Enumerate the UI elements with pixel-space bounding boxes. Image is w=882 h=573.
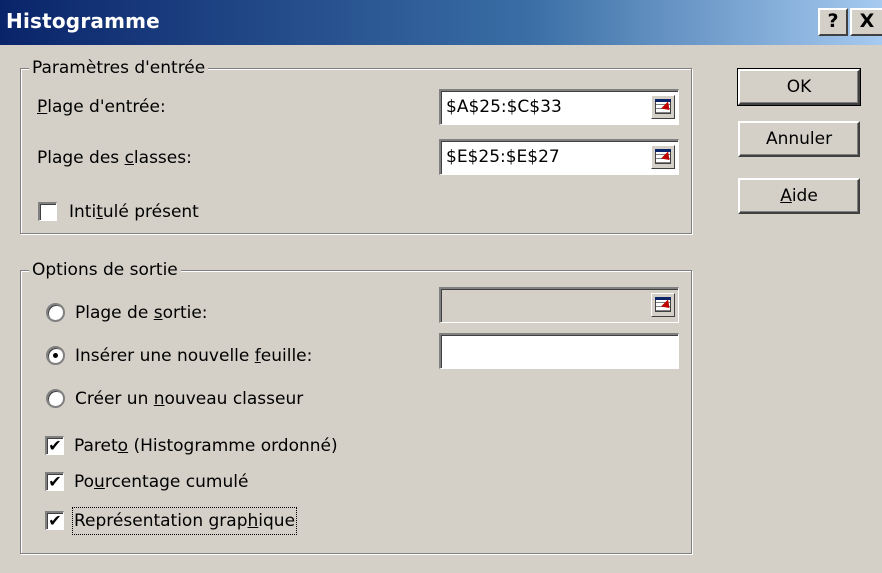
collapse-dialog-icon[interactable] [651, 293, 675, 317]
input-params-legend: Paramètres d'entrée [29, 56, 209, 80]
input-range-label: Plage d'entrée: [37, 97, 166, 117]
pareto-checkbox[interactable]: ✔ [45, 436, 64, 455]
input-params-group: Paramètres d'entrée Plage d'entrée: $A$2… [20, 56, 692, 234]
labels-checkbox[interactable] [38, 202, 57, 221]
labels-checkbox-label[interactable]: Intitulé présent [69, 200, 199, 224]
title-bar[interactable]: Histogramme ? X [0, 0, 882, 45]
radio-selected-dot [53, 353, 58, 358]
input-range-value: $A$25:$C$33 [446, 97, 562, 117]
collapse-dialog-icon[interactable] [651, 95, 675, 119]
ok-button[interactable]: OK [737, 68, 861, 106]
chart-output-label[interactable]: Représentation graphique [71, 507, 298, 535]
cumulative-percentage-checkbox[interactable]: ✔ [45, 472, 64, 491]
bin-range-field[interactable]: $E$25:$E$27 [439, 139, 679, 175]
new-sheet-label[interactable]: Insérer une nouvelle feuille: [75, 344, 312, 368]
output-range-field[interactable] [439, 287, 679, 323]
window-title: Histogramme [6, 9, 160, 33]
pareto-label[interactable]: Pareto (Histogramme ordonné) [74, 434, 338, 458]
collapse-dialog-icon[interactable] [651, 145, 675, 169]
new-sheet-name-field[interactable] [439, 333, 679, 369]
new-workbook-radio[interactable] [46, 389, 65, 408]
bin-range-label: Plage des classes: [37, 148, 192, 168]
histogram-dialog: Histogramme ? X Paramètres d'entrée Plag… [0, 0, 882, 573]
output-range-label[interactable]: Plage de sortie: [75, 301, 208, 325]
cancel-button[interactable]: Annuler [738, 121, 860, 157]
output-range-radio[interactable] [46, 303, 65, 322]
close-icon[interactable]: X [850, 8, 882, 36]
new-sheet-radio[interactable] [46, 346, 65, 365]
help-button[interactable]: Aide [738, 178, 860, 214]
help-icon[interactable]: ? [818, 8, 848, 36]
chart-output-checkbox[interactable]: ✔ [45, 511, 64, 530]
new-workbook-label[interactable]: Créer un nouveau classeur [75, 387, 303, 411]
cumulative-percentage-label[interactable]: Pourcentage cumulé [74, 470, 248, 494]
output-options-legend: Options de sortie [29, 258, 181, 282]
bin-range-value: $E$25:$E$27 [446, 147, 560, 167]
input-range-field[interactable]: $A$25:$C$33 [439, 89, 679, 125]
output-options-group: Options de sortie Plage de sortie: Insér… [20, 258, 692, 554]
